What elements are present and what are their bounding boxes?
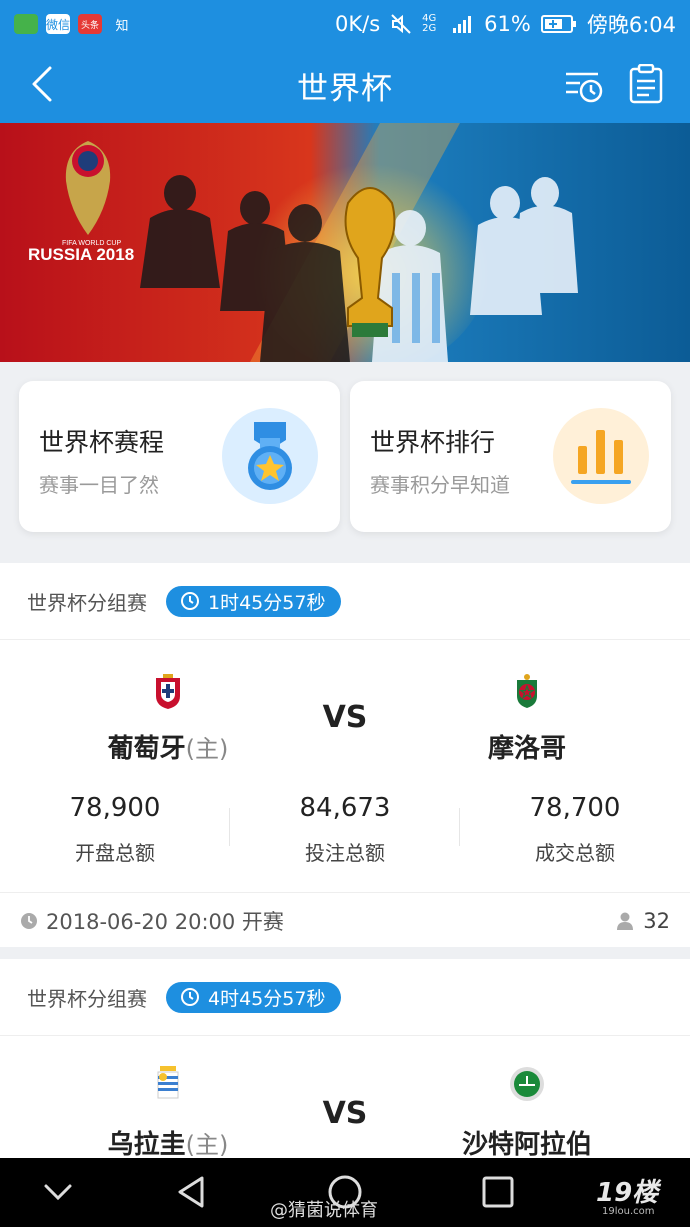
match-card[interactable]: 世界杯分组赛 1时45分57秒 葡萄牙(主) VS 摩洛哥 78,900 开盘总… [0,563,690,947]
countdown-text: 1时45分57秒 [208,591,326,614]
vs-label: VS [322,1096,368,1131]
status-bar: 微信 头条 知 0K/s 4G 2G 61% 傍晚6:04 [0,0,690,48]
host-tag: (主) [185,1131,229,1159]
countdown-text: 4时45分57秒 [208,987,326,1010]
bar-chart-icon [553,408,649,504]
kickoff-time: 2018-06-20 20:00 开赛 [46,910,284,934]
morocco-crest-icon [517,674,537,708]
schedule-entry-card[interactable]: 世界杯赛程 赛事一目了然 [19,381,340,532]
back-arrow-icon[interactable] [26,64,66,104]
stat-value: 78,700 [529,793,621,823]
participant-count: 32 [643,909,670,933]
saudi-crest-icon [510,1067,544,1101]
banner-artwork: FIFA WORLD CUP RUSSIA 2018 [0,123,690,362]
medal-icon [222,408,318,504]
nav-bar: 世界杯 [0,48,690,123]
home-team-label: 乌拉圭 [107,1130,186,1159]
site-logo-sub: 19lou.com [602,1206,655,1217]
away-team[interactable]: 摩洛哥 [427,640,627,790]
clock-icon [181,592,199,610]
home-team-label: 葡萄牙 [107,734,186,764]
app-notify-icon [14,14,38,34]
home-team[interactable]: 葡萄牙(主) [68,640,268,790]
chevron-down-icon[interactable] [36,1170,80,1214]
page-title: 世界杯 [297,71,393,107]
entry-title: 世界杯赛程 [39,428,165,457]
home-team-name: 葡萄牙(主) [68,728,268,765]
teams-row: 乌拉圭(主) VS 沙特阿拉伯 [0,1036,690,1159]
site-logo: 19楼 [596,1178,659,1208]
signal-label: 4G 2G [422,13,437,34]
match-card[interactable]: 世界杯分组赛 4时45分57秒 乌拉圭(主) VS 沙特阿拉伯 [0,959,690,1159]
match-footer: 2018-06-20 20:00 开赛 32 [0,892,690,949]
user-icon [617,912,634,930]
countdown-badge: 1时45分57秒 [166,585,342,617]
zhihu-icon: 知 [115,18,129,34]
away-team[interactable]: 沙特阿拉伯 [427,1036,627,1159]
match-stage: 世界杯分组赛 [27,590,147,615]
stat-label: 投注总额 [305,841,385,865]
battery-icon [540,15,576,33]
away-team-name: 沙特阿拉伯 [461,1130,592,1159]
stat-value: 84,673 [299,793,391,823]
match-header: 世界杯分组赛 1时45分57秒 [0,563,690,640]
clock-icon [181,988,199,1006]
entry-row: 世界杯赛程 赛事一目了然 世界杯排行 赛事积分早知道 [0,362,690,552]
entry-subtitle: 赛事一目了然 [39,473,159,497]
history-list-icon[interactable] [564,66,604,106]
stat-deal-total: 78,700 成交总额 [460,790,690,892]
match-header: 世界杯分组赛 4时45分57秒 [0,959,690,1036]
home-team-name: 乌拉圭(主) [68,1124,268,1159]
participants: 32 [617,909,670,933]
host-tag: (主) [185,735,229,763]
home-team[interactable]: 乌拉圭(主) [68,1036,268,1159]
weibo-watermark: @猜菌说体育 [270,1200,378,1221]
wechat-icon: 微信 [46,14,70,34]
mute-icon [391,14,411,34]
stats-row: 78,900 开盘总额 84,673 投注总额 78,700 成交总额 [0,790,690,892]
portugal-crest-icon [156,674,180,709]
network-speed: 0K/s [334,12,381,36]
stat-label: 成交总额 [535,841,615,865]
stat-bet-total: 84,673 投注总额 [230,790,460,892]
stat-value: 78,900 [69,793,161,823]
nav-recents-icon[interactable] [476,1170,520,1214]
banner-logo-title: RUSSIA 2018 [28,245,134,264]
toutiao-icon: 头条 [78,14,102,34]
ranking-entry-card[interactable]: 世界杯排行 赛事积分早知道 [350,381,671,532]
stat-label: 开盘总额 [75,841,155,865]
vs-label: VS [322,700,368,735]
countdown-badge: 4时45分57秒 [166,981,342,1013]
entry-title: 世界杯排行 [370,428,496,457]
stat-open-total: 78,900 开盘总额 [0,790,230,892]
clock-icon [21,913,37,929]
battery-percent: 61% [484,12,531,36]
clipboard-icon[interactable] [628,64,664,104]
uruguay-crest-icon [157,1066,179,1099]
status-app-icons: 微信 头条 知 [14,14,134,34]
teams-row: 葡萄牙(主) VS 摩洛哥 [0,640,690,790]
nav-back-icon[interactable] [170,1170,214,1214]
signal-icon [453,16,472,33]
match-stage: 世界杯分组赛 [27,986,147,1011]
away-team-name: 摩洛哥 [487,734,566,764]
clock: 傍晚6:04 [586,13,676,37]
entry-subtitle: 赛事积分早知道 [370,473,510,497]
world-cup-banner[interactable]: FIFA WORLD CUP RUSSIA 2018 [0,123,690,362]
